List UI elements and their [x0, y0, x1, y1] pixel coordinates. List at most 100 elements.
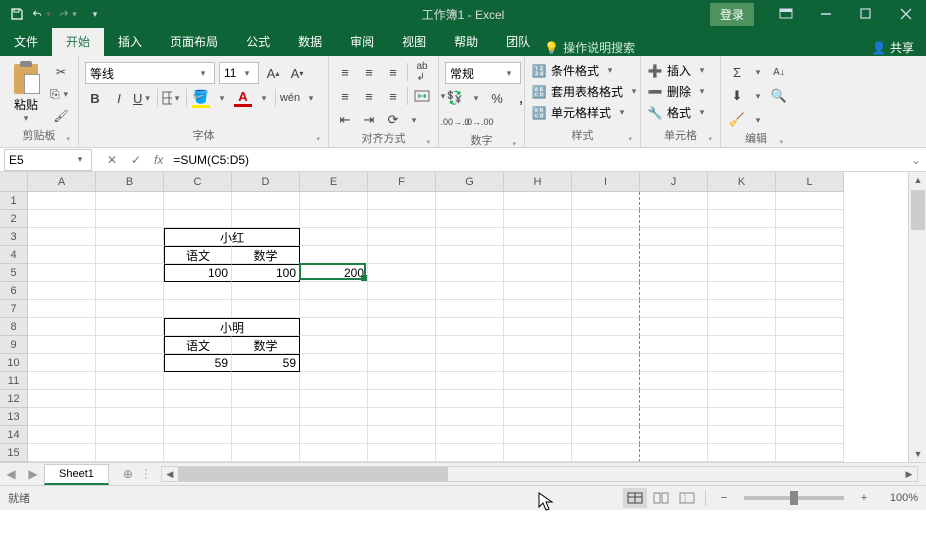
cell-D13[interactable] — [232, 408, 300, 426]
cell-G10[interactable] — [436, 354, 504, 372]
cell-B6[interactable] — [96, 282, 164, 300]
cell-F14[interactable] — [368, 426, 436, 444]
cell-C14[interactable] — [164, 426, 232, 444]
formula-input[interactable] — [169, 150, 906, 170]
increase-decimal-icon[interactable]: .00→.0 — [445, 112, 465, 132]
cell-K7[interactable] — [708, 300, 776, 318]
cell-C3[interactable]: 小红 — [164, 228, 300, 246]
undo-icon[interactable]: ▾ — [32, 3, 54, 25]
shrink-font-icon[interactable]: A▾ — [287, 63, 307, 83]
cell-G7[interactable] — [436, 300, 504, 318]
align-left-icon[interactable]: ≡ — [335, 86, 355, 106]
cell-J3[interactable] — [640, 228, 708, 246]
cell-K8[interactable] — [708, 318, 776, 336]
cell-E13[interactable] — [300, 408, 368, 426]
sheet-nav-prev-icon[interactable]: ◀ — [0, 467, 22, 481]
vscroll-thumb[interactable] — [911, 190, 925, 230]
italic-icon[interactable]: I — [109, 88, 129, 108]
col-header-C[interactable]: C — [164, 172, 232, 192]
cell-D7[interactable] — [232, 300, 300, 318]
cell-B8[interactable] — [96, 318, 164, 336]
cell-K1[interactable] — [708, 192, 776, 210]
close-icon[interactable] — [886, 0, 926, 28]
cell-H12[interactable] — [504, 390, 572, 408]
sheet-nav-next-icon[interactable]: ▶ — [22, 467, 44, 481]
cell-K14[interactable] — [708, 426, 776, 444]
cell-A7[interactable] — [28, 300, 96, 318]
cell-K2[interactable] — [708, 210, 776, 228]
cell-I2[interactable] — [572, 210, 640, 228]
cell-B4[interactable] — [96, 246, 164, 264]
cell-B2[interactable] — [96, 210, 164, 228]
cell-A1[interactable] — [28, 192, 96, 210]
table-format-button[interactable]: 🔠套用表格格式▾ — [531, 83, 641, 100]
delete-cells-button[interactable]: ➖删除▾ — [647, 83, 709, 100]
cell-B11[interactable] — [96, 372, 164, 390]
col-header-A[interactable]: A — [28, 172, 96, 192]
tab-home[interactable]: 开始 — [52, 27, 104, 56]
cell-L6[interactable] — [776, 282, 844, 300]
cell-L4[interactable] — [776, 246, 844, 264]
align-top-icon[interactable]: ≡ — [335, 62, 355, 82]
autosum-icon[interactable]: Σ — [727, 62, 747, 82]
cell-F13[interactable] — [368, 408, 436, 426]
cell-D11[interactable] — [232, 372, 300, 390]
cell-E7[interactable] — [300, 300, 368, 318]
cell-I15[interactable] — [572, 444, 640, 462]
cell-E14[interactable] — [300, 426, 368, 444]
cell-C12[interactable] — [164, 390, 232, 408]
cell-H5[interactable] — [504, 264, 572, 282]
cell-A8[interactable] — [28, 318, 96, 336]
cell-D4[interactable]: 数学 — [232, 246, 300, 264]
cell-I13[interactable] — [572, 408, 640, 426]
col-header-I[interactable]: I — [572, 172, 640, 192]
cell-L9[interactable] — [776, 336, 844, 354]
cut-icon[interactable]: ✂ — [50, 62, 72, 82]
find-icon[interactable]: 🔍 — [769, 86, 789, 106]
cell-B1[interactable] — [96, 192, 164, 210]
tab-file[interactable]: 文件 — [0, 27, 52, 56]
cell-B14[interactable] — [96, 426, 164, 444]
row-header-6[interactable]: 6 — [0, 282, 28, 300]
cell-G1[interactable] — [436, 192, 504, 210]
bold-icon[interactable]: B — [85, 88, 105, 108]
col-header-E[interactable]: E — [300, 172, 368, 192]
cell-K4[interactable] — [708, 246, 776, 264]
cell-L14[interactable] — [776, 426, 844, 444]
decrease-indent-icon[interactable]: ⇤ — [335, 110, 355, 130]
row-header-7[interactable]: 7 — [0, 300, 28, 318]
row-header-9[interactable]: 9 — [0, 336, 28, 354]
cell-E5[interactable]: 200 — [300, 264, 368, 282]
cell-G11[interactable] — [436, 372, 504, 390]
increase-indent-icon[interactable]: ⇥ — [359, 110, 379, 130]
cell-I6[interactable] — [572, 282, 640, 300]
cell-K11[interactable] — [708, 372, 776, 390]
hscroll-thumb[interactable] — [178, 467, 448, 481]
cell-H6[interactable] — [504, 282, 572, 300]
row-header-15[interactable]: 15 — [0, 444, 28, 462]
cell-I11[interactable] — [572, 372, 640, 390]
cell-B7[interactable] — [96, 300, 164, 318]
cell-J8[interactable] — [640, 318, 708, 336]
cell-A15[interactable] — [28, 444, 96, 462]
sheet-tab[interactable]: Sheet1 — [44, 464, 109, 485]
row-header-5[interactable]: 5 — [0, 264, 28, 282]
cell-A4[interactable] — [28, 246, 96, 264]
cell-L11[interactable] — [776, 372, 844, 390]
cell-I12[interactable] — [572, 390, 640, 408]
col-header-F[interactable]: F — [368, 172, 436, 192]
cell-I1[interactable] — [572, 192, 640, 210]
cell-E3[interactable] — [300, 228, 368, 246]
cell-J11[interactable] — [640, 372, 708, 390]
cell-F9[interactable] — [368, 336, 436, 354]
tell-me-search[interactable]: 💡 操作说明搜索 — [544, 39, 635, 56]
cell-L7[interactable] — [776, 300, 844, 318]
cell-D1[interactable] — [232, 192, 300, 210]
cell-C4[interactable]: 语文 — [164, 246, 232, 264]
col-header-D[interactable]: D — [232, 172, 300, 192]
cell-I5[interactable] — [572, 264, 640, 282]
cell-E4[interactable] — [300, 246, 368, 264]
cell-D15[interactable] — [232, 444, 300, 462]
cell-G12[interactable] — [436, 390, 504, 408]
align-right-icon[interactable]: ≡ — [383, 86, 403, 106]
